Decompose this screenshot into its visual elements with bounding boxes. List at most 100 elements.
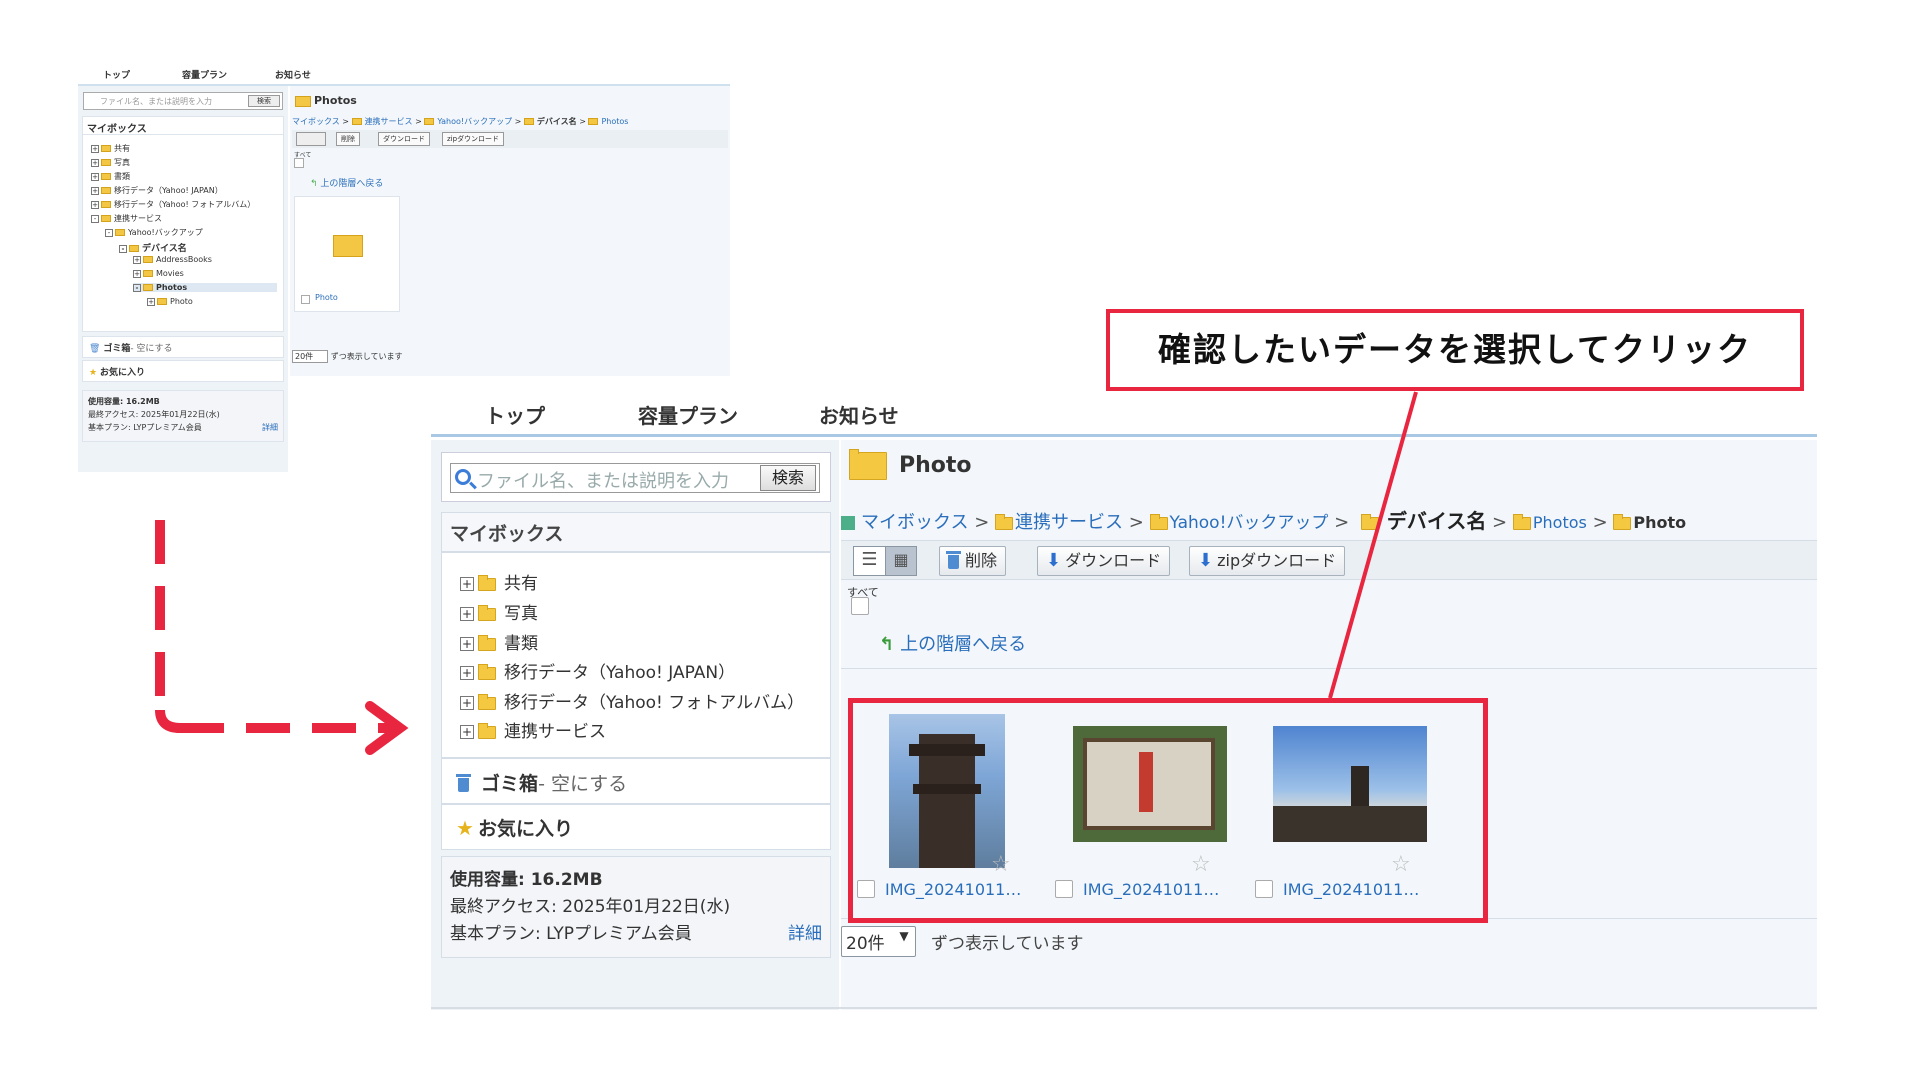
- per-page-suffix: ずつ表示しています: [931, 934, 1084, 954]
- tree-item-services[interactable]: + 連携サービス: [460, 717, 606, 742]
- trash-label[interactable]: ゴミ箱: [103, 344, 130, 354]
- delete-button[interactable]: 削除: [336, 132, 360, 146]
- crumb-photos[interactable]: Photos: [601, 117, 628, 126]
- view-toggle[interactable]: ☰ ▦: [853, 546, 917, 576]
- up-arrow-icon: ↰: [879, 634, 895, 655]
- usage-panel: 使用容量: 16.2MB 最終アクセス: 2025年01月22日(水) 基本プラ…: [82, 390, 284, 442]
- mybox-icon: [841, 516, 855, 530]
- trash-empty-link[interactable]: - 空にする: [538, 773, 627, 795]
- tree-item-photos-folder[interactable]: - Photos: [133, 283, 277, 292]
- nav-top[interactable]: トップ: [103, 68, 130, 81]
- download-icon: ⬇: [1198, 550, 1214, 571]
- trash-row[interactable]: ゴミ箱- 空にする: [441, 758, 831, 804]
- folder-icon: [849, 449, 887, 480]
- tree-item-migration-jp[interactable]: + 移行データ（Yahoo! JAPAN）: [91, 185, 223, 196]
- trash-icon: [456, 773, 471, 792]
- breadcrumb: マイボックス > 連携サービス > Yahoo!バックアップ > デバイス名 >…: [292, 117, 629, 126]
- nav-news[interactable]: お知らせ: [275, 68, 311, 81]
- breadcrumb: マイボックス > 連携サービス > Yahoo!バックアップ > デバイス名 >…: [841, 505, 1686, 534]
- crumb-mybox[interactable]: マイボックス: [861, 512, 968, 533]
- folder-icon: [1149, 513, 1168, 530]
- top-nav: トップ 容量プラン お知らせ: [78, 64, 730, 86]
- tree-item-photo[interactable]: + Photo: [147, 297, 193, 306]
- zip-download-button[interactable]: zipダウンロード: [442, 132, 505, 146]
- folder-icon: [478, 574, 496, 591]
- favorites-label[interactable]: お気に入り: [478, 818, 573, 840]
- tree-item-docs[interactable]: + 書類: [91, 171, 130, 182]
- tree-item-photos[interactable]: + 写真: [460, 599, 538, 624]
- details-link[interactable]: 詳細: [788, 921, 822, 948]
- tree-item-backup[interactable]: - Yahoo!バックアップ: [105, 227, 203, 238]
- nav-top[interactable]: トップ: [485, 400, 545, 429]
- usage-panel: 使用容量: 16.2MB 最終アクセス: 2025年01月22日(水) 基本プラ…: [441, 856, 831, 958]
- search-input[interactable]: ファイル名、または説明を入力 検索: [450, 463, 820, 493]
- grid-view-icon[interactable]: ▦: [886, 547, 916, 575]
- per-page-select[interactable]: 20件: [292, 350, 329, 363]
- nav-news[interactable]: お知らせ: [819, 400, 899, 429]
- crumb-photos[interactable]: Photos: [1533, 513, 1587, 532]
- tree-item-addressbooks[interactable]: + AddressBooks: [133, 255, 212, 264]
- trash-empty-link[interactable]: - 空にする: [130, 344, 172, 354]
- folder-title: Photo: [849, 449, 972, 492]
- nav-plan[interactable]: 容量プラン: [182, 68, 227, 81]
- tree-item-shared[interactable]: + 共有: [460, 569, 538, 594]
- usage-text: 使用容量: 16.2MB: [88, 397, 160, 406]
- tree-item-migration-album[interactable]: + 移行データ（Yahoo! フォトアルバム）: [460, 688, 804, 713]
- crumb-mybox[interactable]: マイボックス: [292, 117, 340, 126]
- tree-item-photos[interactable]: + 写真: [91, 157, 130, 168]
- crumb-photo[interactable]: Photo: [1633, 513, 1686, 532]
- per-page-suffix: ずつ表示しています: [330, 352, 403, 361]
- folder-icon: [478, 722, 496, 739]
- tree-item-migration-album[interactable]: + 移行データ（Yahoo! フォトアルバム）: [91, 199, 255, 210]
- details-link[interactable]: 詳細: [262, 421, 278, 434]
- sidebar: ファイル名、または説明を入力 検索 マイボックス + 共有 + 写真 + 書類 + 移行…: [78, 86, 288, 472]
- crumb-backup[interactable]: Yahoo!バックアップ: [437, 117, 512, 126]
- up-arrow-icon: ↰: [310, 179, 318, 189]
- tree-item-device[interactable]: - デバイス名: [119, 241, 187, 254]
- folder-icon: [478, 693, 496, 710]
- nav-plan[interactable]: 容量プラン: [638, 400, 738, 429]
- search-input[interactable]: ファイル名、または説明を入力 検索: [83, 92, 283, 110]
- tree-item-movies[interactable]: + Movies: [133, 269, 184, 278]
- per-page-select[interactable]: 20件 ▼: [841, 926, 916, 957]
- plan-text: 基本プラン: LYPプレミアム会員: [88, 423, 202, 432]
- trash-icon: 🗑: [89, 344, 101, 354]
- download-button[interactable]: ⬇ ダウンロード: [1037, 546, 1171, 576]
- crumb-services[interactable]: 連携サービス: [365, 117, 413, 126]
- item-checkbox[interactable]: [301, 295, 310, 304]
- list-view-icon[interactable]: ☰: [854, 547, 886, 575]
- crumb-services[interactable]: 連携サービス: [1015, 512, 1123, 533]
- favorites-row[interactable]: ★ お気に入り: [441, 804, 831, 850]
- top-nav: トップ 容量プラン お知らせ: [431, 385, 1817, 437]
- trash-row[interactable]: 🗑 ゴミ箱- 空にする: [82, 336, 284, 358]
- favorites-label[interactable]: お気に入り: [100, 368, 145, 378]
- last-access-text: 最終アクセス: 2025年01月22日(水): [450, 897, 731, 917]
- sidebar: ファイル名、または説明を入力 検索 マイボックス + 共有 + 写真 + 書類 + 移行…: [431, 440, 839, 1010]
- search-button[interactable]: 検索: [248, 95, 280, 107]
- tree-item-docs[interactable]: + 書類: [460, 629, 538, 654]
- chevron-down-icon: ▼: [899, 929, 909, 943]
- tree-item-shared[interactable]: + 共有: [91, 143, 130, 154]
- star-icon: ★: [89, 368, 98, 378]
- search-button[interactable]: 検索: [760, 465, 816, 491]
- favorites-row[interactable]: ★ お気に入り: [82, 360, 284, 382]
- folder-icon: [1613, 513, 1632, 530]
- tree-item-migration-jp[interactable]: + 移行データ（Yahoo! JAPAN）: [460, 658, 735, 683]
- crumb-device[interactable]: デバイス名: [537, 117, 577, 126]
- folder-icon: [478, 604, 496, 621]
- download-button[interactable]: ダウンロード: [378, 132, 430, 146]
- select-all-checkbox[interactable]: [851, 597, 869, 615]
- search-box: ファイル名、または説明を入力 検索: [441, 452, 831, 502]
- trash-label[interactable]: ゴミ箱: [481, 773, 538, 795]
- up-level-link[interactable]: ↰ 上の階層へ戻る: [879, 630, 1026, 656]
- callout-pointer: [1328, 391, 1418, 699]
- up-level-link[interactable]: ↰ 上の階層へ戻る: [310, 176, 383, 189]
- item-name[interactable]: Photo: [315, 293, 338, 302]
- tree-item-services[interactable]: - 連携サービス: [91, 213, 162, 224]
- download-icon: ⬇: [1046, 550, 1062, 571]
- delete-button[interactable]: 削除: [939, 546, 1007, 576]
- view-toggle[interactable]: [296, 132, 326, 146]
- select-all-checkbox[interactable]: [294, 158, 304, 168]
- crumb-backup[interactable]: Yahoo!バックアップ: [1170, 513, 1329, 533]
- folder-item[interactable]: Photo: [294, 196, 400, 312]
